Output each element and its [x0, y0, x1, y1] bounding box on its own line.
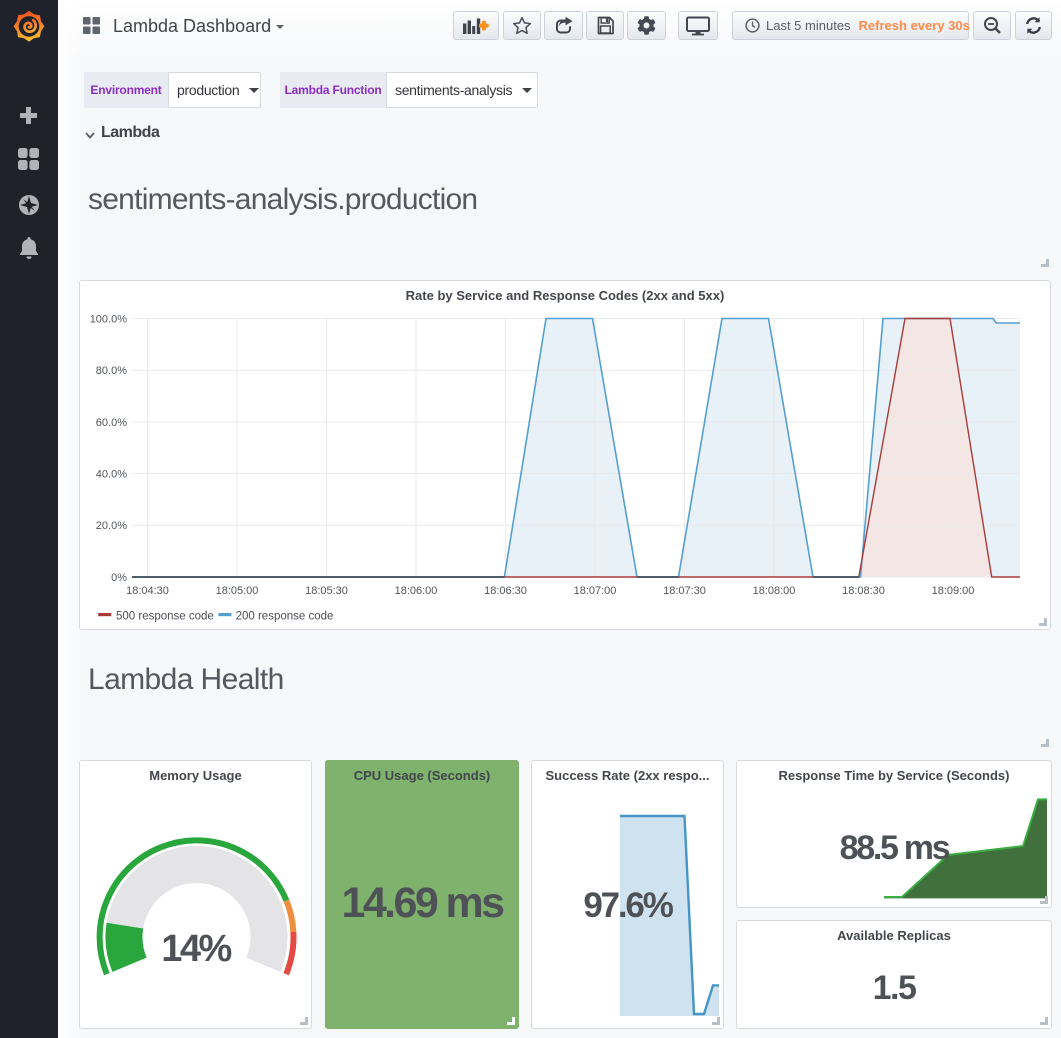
svg-text:80.0%: 80.0%: [96, 365, 127, 377]
svg-text:18:04:30: 18:04:30: [126, 585, 169, 597]
svg-text:18:07:30: 18:07:30: [663, 585, 706, 597]
svg-text:0%: 0%: [111, 572, 127, 584]
svg-text:20.0%: 20.0%: [96, 520, 127, 532]
svg-text:100.0%: 100.0%: [90, 314, 128, 326]
svg-text:200 response code: 200 response code: [236, 611, 334, 623]
svg-text:18:07:00: 18:07:00: [574, 585, 617, 597]
svg-text:18:08:30: 18:08:30: [842, 585, 885, 597]
svg-text:18:06:30: 18:06:30: [484, 585, 527, 597]
svg-text:18:05:30: 18:05:30: [305, 585, 348, 597]
svg-text:60.0%: 60.0%: [96, 417, 127, 429]
svg-text:40.0%: 40.0%: [96, 469, 127, 481]
svg-text:500 response code: 500 response code: [116, 611, 214, 623]
svg-text:18:06:00: 18:06:00: [395, 585, 438, 597]
svg-text:18:05:00: 18:05:00: [216, 585, 259, 597]
svg-text:18:08:00: 18:08:00: [753, 585, 796, 597]
svg-text:18:09:00: 18:09:00: [932, 585, 975, 597]
